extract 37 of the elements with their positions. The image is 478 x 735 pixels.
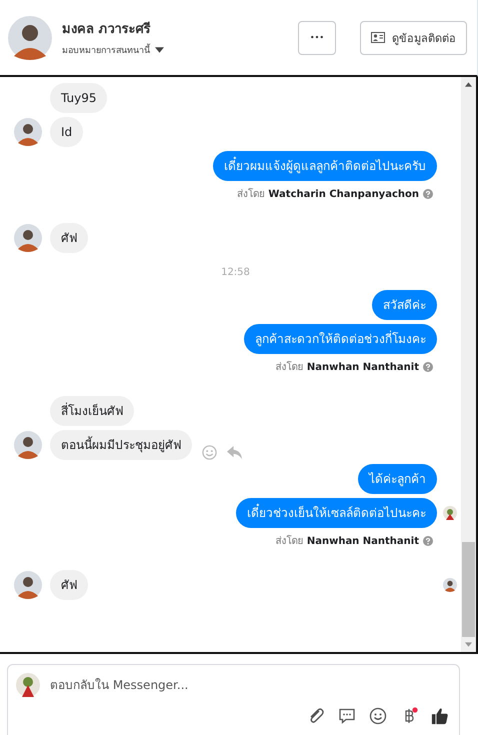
reply-icon[interactable] <box>227 445 242 460</box>
assign-dropdown[interactable]: มอบหมายการสนทนานี้ <box>62 43 164 57</box>
message-bubble: Id <box>50 117 84 147</box>
sent-by-text: ส่งโดย Watcharin Chanpanyachon <box>237 187 419 201</box>
avatar <box>8 16 52 60</box>
message-bubble: ศัฟ <box>50 223 88 253</box>
emoji-icon[interactable] <box>369 707 387 725</box>
message-bubble: ตอนนี้ผมมีประชุมอยู่ศัฟ <box>50 430 192 460</box>
message-bubble: เดี๋ยวช่วงเย็นให้เซลล์ติดต่อไปนะคะ <box>236 498 437 528</box>
help-icon[interactable] <box>423 188 433 198</box>
message-bubble: Tuy95 <box>50 83 108 113</box>
message-bubble: เดี๋ยวผมแจ้งผู้ดูแลลูกค้าติดต่อไปนะครับ <box>213 151 437 181</box>
help-icon[interactable] <box>423 362 433 372</box>
chat-bubble-icon[interactable] <box>338 707 356 725</box>
scrollbar[interactable] <box>461 77 476 652</box>
contact-info-label: ดูข้อมูลติดต่อ <box>392 30 456 46</box>
contact-name: มงคล ภวาระศรี <box>62 20 152 39</box>
sent-by-text: ส่งโดย Nanwhan Nanthanit <box>276 360 419 374</box>
message-bubble: ได้ค่ะลูกค้า <box>358 464 437 494</box>
id-card-icon <box>371 32 385 43</box>
avatar <box>16 673 40 697</box>
scroll-down-icon[interactable] <box>465 642 472 647</box>
thumbs-up-icon[interactable] <box>431 707 449 725</box>
help-icon[interactable] <box>423 536 433 546</box>
caret-icon <box>155 47 164 53</box>
more-button[interactable]: ••• <box>298 20 336 54</box>
smiley-icon[interactable] <box>202 445 217 460</box>
scroll-up-icon[interactable] <box>465 82 472 87</box>
message-bubble: สี่โมงเย็นศัฟ <box>50 396 134 426</box>
message-bubble: ลูกค้าสะดวกให้ติดต่อช่วงกี่โมงคะ <box>244 324 437 354</box>
scroll-thumb[interactable] <box>462 542 475 637</box>
reply-box[interactable]: ตอบกลับใน Messenger... <box>7 664 460 735</box>
sent-by-text: ส่งโดย Nanwhan Nanthanit <box>276 534 419 548</box>
contact-info-button[interactable]: ดูข้อมูลติดต่อ <box>360 20 467 54</box>
timestamp: 12:58 <box>221 267 250 278</box>
message-bubble: ศัฟ <box>50 570 88 600</box>
message-bubble: สวัสดีค่ะ <box>372 290 437 320</box>
